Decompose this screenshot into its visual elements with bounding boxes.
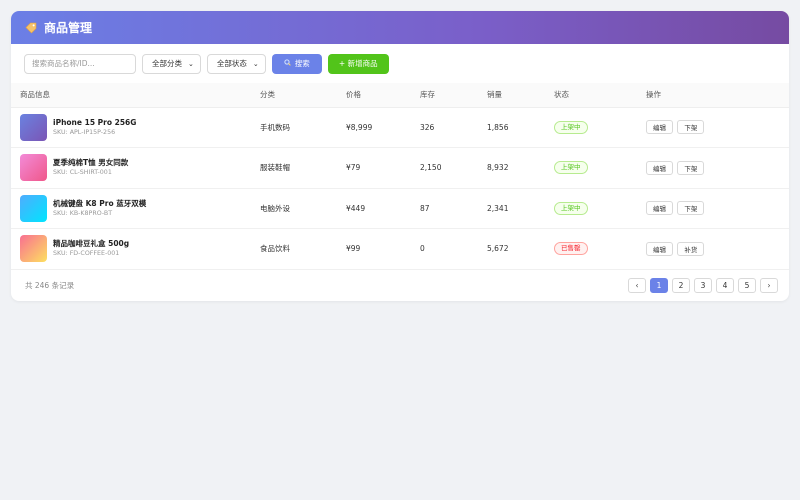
column-header: 库存 (420, 83, 487, 108)
column-header: 分类 (260, 83, 346, 108)
product-info: 精品咖啡豆礼盒 500g SKU: FD-COFFEE-001 (20, 235, 260, 263)
product-sales: 8,932 (487, 163, 509, 173)
edit-button[interactable]: 编辑 (646, 241, 673, 256)
status-badge: 上架中 (554, 201, 588, 215)
product-price: ¥99 (346, 244, 361, 254)
unlist-button[interactable]: 下架 (677, 201, 705, 216)
total-count: 共 246 条记录 (25, 281, 75, 290)
page-title: 商品管理 (44, 21, 93, 35)
page-button[interactable]: 3 (694, 278, 712, 293)
product-category: 服装鞋帽 (260, 163, 290, 173)
column-header: 销量 (487, 83, 554, 108)
search-input[interactable] (24, 53, 136, 74)
status-badge: 上架中 (554, 120, 588, 134)
product-sales: 5,672 (487, 244, 509, 254)
search-icon (284, 59, 291, 68)
restock-button[interactable]: 补货 (677, 241, 705, 256)
toolbar: 全部分类 ⌄ 全部状态 ⌄ 搜索 + 新增商品 (11, 44, 789, 83)
product-name: 夏季纯棉T恤 男女同款 (53, 158, 129, 168)
product-sku: SKU: APL-IP15P-256 (53, 128, 116, 136)
product-sales: 2,341 (487, 203, 509, 213)
product-sales: 1,856 (487, 122, 509, 132)
column-header: 状态 (554, 83, 646, 108)
page-button[interactable]: 1 (650, 278, 668, 293)
product-price: ¥449 (346, 203, 366, 213)
tag-icon (25, 22, 37, 34)
product-thumbnail (20, 194, 47, 222)
page-header: 商品管理 (11, 11, 789, 44)
product-category: 手机数码 (260, 122, 290, 132)
page-button[interactable]: 2 (672, 278, 690, 293)
product-name: 精品咖啡豆礼盒 500g (53, 239, 130, 249)
search-button-label: 搜索 (294, 59, 310, 68)
product-info: 机械键盘 K8 Pro 蓝牙双模 SKU: KB-K8PRO-BT (20, 194, 260, 222)
pagination: ‹ 1 2 3 4 5 › (624, 278, 778, 293)
edit-button[interactable]: 编辑 (646, 201, 673, 216)
product-thumbnail (20, 235, 47, 263)
product-thumbnail (20, 113, 47, 141)
category-select-value: 全部分类 (152, 59, 182, 68)
product-info: iPhone 15 Pro 256G SKU: APL-IP15P-256 (20, 113, 260, 141)
product-sku: SKU: KB-K8PRO-BT (53, 209, 113, 217)
product-name: iPhone 15 Pro 256G (53, 117, 137, 127)
chevron-down-icon: ⌄ (252, 59, 259, 68)
product-category: 食品饮料 (260, 244, 290, 254)
unlist-button[interactable]: 下架 (677, 160, 705, 175)
column-header: 商品信息 (11, 83, 260, 108)
product-stock: 326 (420, 122, 435, 132)
unlist-button[interactable]: 下架 (677, 120, 705, 135)
search-button[interactable]: 搜索 (271, 53, 322, 74)
column-header: 操作 (646, 83, 789, 108)
add-product-button[interactable]: + 新增商品 (327, 53, 389, 74)
product-table: 商品信息 分类 价格 库存 销量 状态 操作 iPhone 15 Pro 256… (11, 83, 789, 270)
table-row: iPhone 15 Pro 256G SKU: APL-IP15P-256 手机… (11, 107, 789, 148)
page-button[interactable]: 4 (716, 278, 734, 293)
add-product-button-label: + 新增商品 (338, 59, 378, 68)
table-header-row: 商品信息 分类 价格 库存 销量 状态 操作 (11, 83, 789, 108)
column-header: 价格 (346, 83, 420, 108)
product-sku: SKU: FD-COFFEE-001 (53, 250, 120, 258)
product-name: 机械键盘 K8 Pro 蓝牙双模 (53, 198, 147, 208)
status-select[interactable]: 全部状态 ⌄ (206, 53, 266, 74)
prev-page-button[interactable]: ‹ (628, 278, 646, 293)
product-thumbnail (20, 154, 47, 182)
status-badge: 已售罄 (554, 242, 588, 256)
next-page-button[interactable]: › (760, 278, 778, 293)
page-button[interactable]: 5 (738, 278, 756, 293)
product-sku: SKU: CL-SHIRT-001 (53, 169, 112, 177)
product-stock: 87 (420, 203, 430, 213)
chevron-down-icon: ⌄ (188, 59, 194, 68)
status-badge: 上架中 (554, 161, 588, 175)
product-stock: 0 (420, 244, 425, 254)
table-row: 夏季纯棉T恤 男女同款 SKU: CL-SHIRT-001 服装鞋帽 ¥79 2… (11, 148, 789, 188)
edit-button[interactable]: 编辑 (646, 160, 673, 175)
product-info: 夏季纯棉T恤 男女同款 SKU: CL-SHIRT-001 (20, 154, 260, 182)
table-footer: 共 246 条记录 ‹ 1 2 3 4 5 › (11, 270, 789, 302)
category-select[interactable]: 全部分类 ⌄ (142, 53, 201, 74)
product-category: 电脑外设 (260, 203, 290, 213)
status-select-value: 全部状态 (216, 59, 247, 68)
product-price: ¥79 (346, 163, 361, 173)
table-row: 精品咖啡豆礼盒 500g SKU: FD-COFFEE-001 食品饮料 ¥99… (11, 229, 789, 269)
product-management-card: 商品管理 全部分类 ⌄ 全部状态 ⌄ 搜索 + 新增商品 商品信息 分类 价格 (11, 11, 789, 301)
table-row: 机械键盘 K8 Pro 蓝牙双模 SKU: KB-K8PRO-BT 电脑外设 ¥… (11, 188, 789, 229)
product-stock: 2,150 (420, 163, 442, 173)
edit-button[interactable]: 编辑 (646, 120, 673, 135)
product-price: ¥8,999 (346, 122, 373, 132)
